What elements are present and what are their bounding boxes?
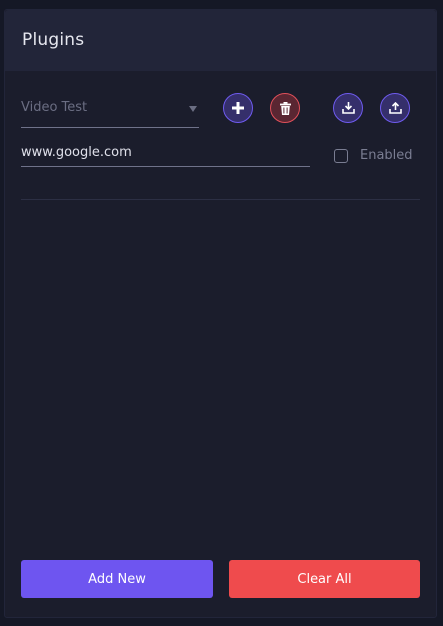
plus-icon bbox=[232, 102, 244, 114]
plugins-panel: Plugins Video Test www.google.com Enable… bbox=[4, 9, 437, 618]
plugin-select[interactable]: Video Test bbox=[21, 95, 199, 128]
download-icon bbox=[341, 102, 355, 114]
add-plugin-button[interactable] bbox=[223, 93, 253, 123]
url-input[interactable] bbox=[21, 138, 310, 167]
checkbox-label: Enabled bbox=[360, 148, 413, 163]
trash-icon bbox=[279, 101, 291, 115]
plugin-select-value: Video Test bbox=[21, 100, 88, 115]
page-title: Plugins bbox=[22, 30, 85, 50]
add-new-button[interactable]: Add New bbox=[21, 560, 213, 598]
delete-plugin-button[interactable] bbox=[270, 93, 300, 123]
clear-all-button[interactable]: Clear All bbox=[229, 560, 420, 598]
upload-button[interactable] bbox=[380, 93, 410, 123]
download-button[interactable] bbox=[333, 93, 363, 123]
upload-icon bbox=[388, 102, 402, 114]
enabled-checkbox[interactable]: Enabled bbox=[334, 148, 413, 163]
panel-header: Plugins bbox=[5, 10, 436, 71]
caret-down-icon bbox=[189, 106, 197, 112]
divider bbox=[21, 199, 420, 200]
checkbox-box[interactable] bbox=[334, 148, 348, 163]
